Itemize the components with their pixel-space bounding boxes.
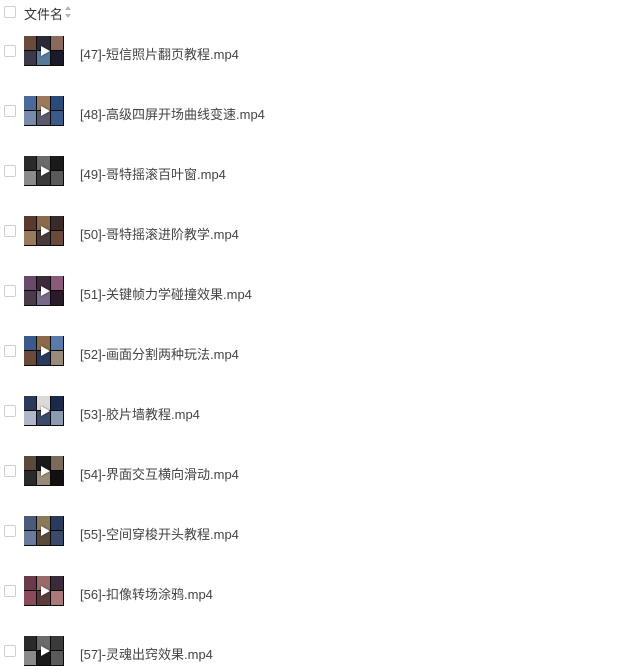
file-row[interactable]: [51]-关键帧力学碰撞效果.mp4 xyxy=(0,272,643,312)
video-thumbnail[interactable] xyxy=(24,396,64,426)
video-thumbnail[interactable] xyxy=(24,516,64,546)
file-row[interactable]: [49]-哥特摇滚百叶窗.mp4 xyxy=(0,152,643,192)
video-thumbnail[interactable] xyxy=(24,576,64,606)
play-icon xyxy=(41,406,50,416)
file-name[interactable]: [54]-界面交互横向滑动.mp4 xyxy=(80,464,239,483)
file-row[interactable]: [54]-界面交互横向滑动.mp4 xyxy=(0,452,643,492)
file-name[interactable]: [52]-画面分割两种玩法.mp4 xyxy=(80,344,239,363)
video-thumbnail[interactable] xyxy=(24,36,64,66)
file-row[interactable]: [50]-哥特摇滚进阶教学.mp4 xyxy=(0,212,643,252)
play-icon xyxy=(41,346,50,356)
file-row[interactable]: [47]-短信照片翻页教程.mp4 xyxy=(0,32,643,72)
play-icon xyxy=(41,466,50,476)
file-row[interactable]: [53]-胶片墙教程.mp4 xyxy=(0,392,643,432)
file-row[interactable]: [52]-画面分割两种玩法.mp4 xyxy=(0,332,643,372)
file-name[interactable]: [56]-扣像转场涂鸦.mp4 xyxy=(80,584,213,603)
file-list-header: 文件名 xyxy=(0,0,643,26)
play-icon xyxy=(41,646,50,656)
play-icon xyxy=(41,46,50,56)
video-thumbnail[interactable] xyxy=(24,276,64,306)
row-checkbox[interactable] xyxy=(4,225,16,237)
row-checkbox[interactable] xyxy=(4,465,16,477)
row-checkbox[interactable] xyxy=(4,345,16,357)
row-checkbox[interactable] xyxy=(4,645,16,657)
play-icon xyxy=(41,586,50,596)
file-name[interactable]: [49]-哥特摇滚百叶窗.mp4 xyxy=(80,164,226,183)
row-checkbox[interactable] xyxy=(4,45,16,57)
column-header-filename[interactable]: 文件名 xyxy=(24,4,63,23)
play-icon xyxy=(41,226,50,236)
file-name[interactable]: [50]-哥特摇滚进阶教学.mp4 xyxy=(80,224,239,243)
file-row[interactable]: [48]-高级四屏开场曲线变速.mp4 xyxy=(0,92,643,132)
file-name[interactable]: [48]-高级四屏开场曲线变速.mp4 xyxy=(80,104,265,123)
video-thumbnail[interactable] xyxy=(24,456,64,486)
row-checkbox[interactable] xyxy=(4,405,16,417)
video-thumbnail[interactable] xyxy=(24,336,64,366)
row-checkbox[interactable] xyxy=(4,585,16,597)
play-icon xyxy=(41,106,50,116)
row-checkbox[interactable] xyxy=(4,525,16,537)
play-icon xyxy=(41,526,50,536)
row-checkbox[interactable] xyxy=(4,105,16,117)
play-icon xyxy=(41,286,50,296)
file-name[interactable]: [47]-短信照片翻页教程.mp4 xyxy=(80,44,239,63)
file-row[interactable]: [57]-灵魂出窍效果.mp4 xyxy=(0,632,643,672)
play-icon xyxy=(41,166,50,176)
file-name[interactable]: [55]-空间穿梭开头教程.mp4 xyxy=(80,524,239,543)
file-name[interactable]: [57]-灵魂出窍效果.mp4 xyxy=(80,644,213,663)
file-name[interactable]: [51]-关键帧力学碰撞效果.mp4 xyxy=(80,284,252,303)
file-name[interactable]: [53]-胶片墙教程.mp4 xyxy=(80,404,200,423)
row-checkbox[interactable] xyxy=(4,285,16,297)
file-row[interactable]: [55]-空间穿梭开头教程.mp4 xyxy=(0,512,643,552)
row-checkbox[interactable] xyxy=(4,165,16,177)
video-thumbnail[interactable] xyxy=(24,96,64,126)
video-thumbnail[interactable] xyxy=(24,636,64,666)
video-thumbnail[interactable] xyxy=(24,156,64,186)
select-all-checkbox[interactable] xyxy=(4,6,16,18)
video-thumbnail[interactable] xyxy=(24,216,64,246)
file-row[interactable]: [56]-扣像转场涂鸦.mp4 xyxy=(0,572,643,612)
sort-icon[interactable] xyxy=(64,5,72,19)
